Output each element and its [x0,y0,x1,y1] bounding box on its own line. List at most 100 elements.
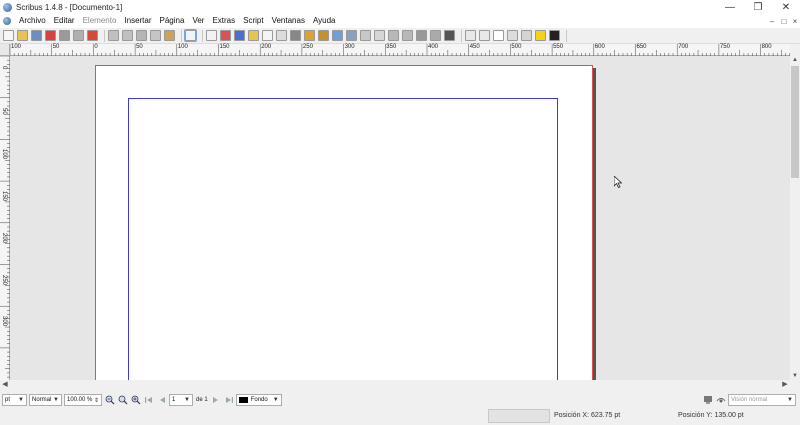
scroll-left-icon[interactable]: ◀ [0,380,10,390]
page-number-select[interactable]: 1 ▼ [169,394,193,406]
layer-name: Fondo [250,397,268,403]
preflight-icon[interactable] [73,30,84,41]
vertical-scroll-thumb[interactable] [791,66,799,178]
text-annotation-icon[interactable] [535,30,546,41]
save-icon[interactable] [31,30,42,41]
ruler-h-label: 750 [719,44,730,50]
table-icon[interactable] [248,30,259,41]
minimize-icon[interactable]: — [716,0,744,14]
horizontal-scrollbar[interactable]: ◀ ▶ [0,380,790,390]
menu-elemento[interactable]: Elemento [79,14,121,28]
ruler-h-label: 550 [553,44,564,50]
last-page-icon[interactable] [224,395,234,405]
unlink-frames-icon[interactable] [402,30,413,41]
scroll-right-icon[interactable]: ▶ [780,380,790,390]
ruler-v-label: 150 [1,191,7,202]
toolbar-separator [461,29,462,42]
zoom-in-icon[interactable] [131,395,141,405]
paste-icon[interactable] [164,30,175,41]
render-frame-icon[interactable] [234,30,245,41]
layer-select[interactable]: Fondo ▼ [235,394,282,406]
close-document-icon[interactable] [45,30,56,41]
copy-icon[interactable] [150,30,161,41]
zoom-icon[interactable] [346,30,357,41]
previous-page-icon[interactable] [157,395,167,405]
zoom-out-icon[interactable] [105,395,115,405]
line-icon[interactable] [290,30,301,41]
shape-icon[interactable] [262,30,273,41]
ruler-h-label: 150 [219,44,230,50]
menu-insertar[interactable]: Insertar [120,14,155,28]
view-mode-value: Visión normal [731,397,768,403]
title-bar: Scribus 1.4.8 - [Documento-1] [0,0,800,14]
unit-select[interactable]: pt ▼ [2,394,27,406]
new-document-icon[interactable] [3,30,14,41]
copy-properties-icon[interactable] [430,30,441,41]
link-frames-icon[interactable] [388,30,399,41]
pdf-checkbox-icon[interactable] [493,30,504,41]
polygon-icon[interactable] [276,30,287,41]
vertical-ruler-ticks [0,55,10,378]
document-page[interactable] [95,65,593,380]
menu-extras[interactable]: Extras [208,14,239,28]
open-folder-icon[interactable] [17,30,28,41]
close-icon[interactable]: ✕ [772,0,800,14]
restore-icon[interactable]: ❐ [744,0,772,14]
image-frame-icon[interactable] [220,30,231,41]
vertical-scrollbar[interactable]: ▲ ▼ [790,56,800,380]
pdf-text-field-icon[interactable] [479,30,490,41]
zoom-100-icon[interactable] [118,395,128,405]
eyedropper-icon[interactable] [444,30,455,41]
first-page-icon[interactable] [144,395,154,405]
menu-pagina[interactable]: Página [156,14,189,28]
select-icon[interactable] [184,29,197,42]
horizontal-ruler-ticks [9,44,791,56]
vertical-ruler[interactable]: 0 50 100 150 200 250 300 [0,55,10,380]
view-controls-bar: pt ▼ Normal ▼ 100.00 % ⇕ 1 ▼ de 1 Fondo ▼ Vis… [0,392,800,408]
mdi-minimize-icon[interactable]: – [766,14,778,28]
chevron-down-icon: ▼ [18,397,24,403]
rotate-icon[interactable] [332,30,343,41]
render-mode-select[interactable]: Normal ▼ [29,394,62,406]
pdf-list-box-icon[interactable] [521,30,532,41]
scroll-down-icon[interactable]: ▼ [790,372,800,380]
ruler-h-label: 200 [261,44,272,50]
horizontal-ruler[interactable]: 100 50 0 50 100 150 200 250 300 350 400 450 500 550 60… [9,44,791,56]
export-pdf-icon[interactable] [87,30,98,41]
menu-ayuda[interactable]: Ayuda [309,14,340,28]
menu-archivo[interactable]: Archivo [15,14,50,28]
position-y-readout: Posición Y: 135.00 pt [678,412,744,419]
freehand-icon[interactable] [318,30,329,41]
undo-icon[interactable] [108,30,119,41]
edit-text-icon[interactable] [374,30,385,41]
measure-icon[interactable] [416,30,427,41]
scroll-up-icon[interactable]: ▲ [790,56,800,64]
document-icon[interactable] [3,17,11,25]
redo-icon[interactable] [122,30,133,41]
ruler-h-label: 700 [678,44,689,50]
pdf-combo-box-icon[interactable] [507,30,518,41]
ruler-h-label: 50 [52,44,60,50]
zoom-input[interactable]: 100.00 % ⇕ [64,394,102,406]
link-annotation-icon[interactable] [549,30,560,41]
view-mode-select[interactable]: Visión normal ▼ [728,394,796,406]
unit-value: pt [5,397,11,403]
preview-mode-icon[interactable] [703,395,713,405]
document-canvas[interactable] [10,56,790,380]
menu-editar[interactable]: Editar [50,14,79,28]
ruler-v-label: 0 [1,66,7,70]
pdf-push-button-icon[interactable] [465,30,476,41]
bezier-icon[interactable] [304,30,315,41]
next-page-icon[interactable] [211,395,221,405]
layer-color-swatch [238,397,248,403]
print-icon[interactable] [59,30,70,41]
visual-appearance-icon[interactable] [716,395,726,405]
edit-contents-icon[interactable] [360,30,371,41]
mdi-close-icon[interactable]: × [789,14,800,28]
menu-ver[interactable]: Ver [188,14,208,28]
menu-script[interactable]: Script [239,14,267,28]
cut-icon[interactable] [136,30,147,41]
menu-ventanas[interactable]: Ventanas [268,14,309,28]
ruler-corner[interactable] [0,44,10,56]
text-frame-icon[interactable] [206,30,217,41]
